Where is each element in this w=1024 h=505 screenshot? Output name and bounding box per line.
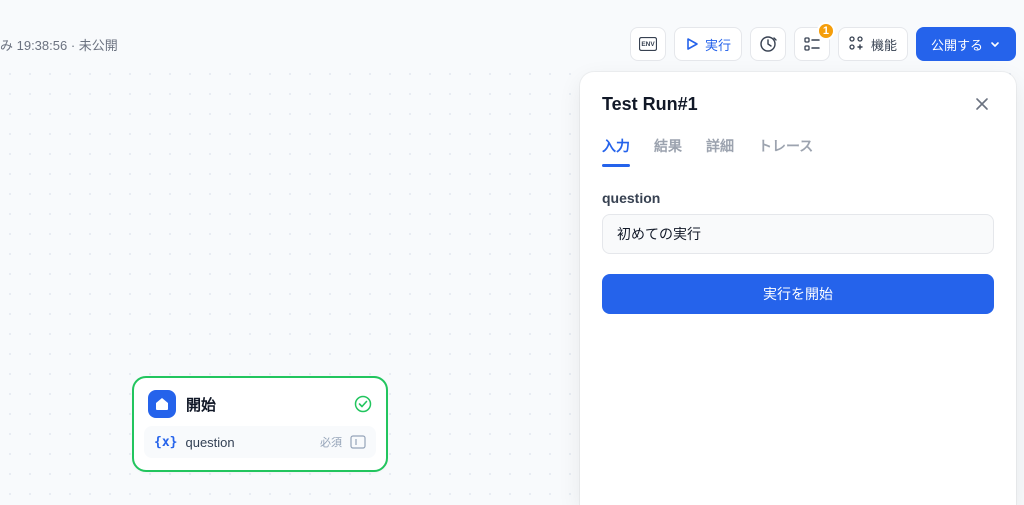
svg-text:ENV: ENV (641, 41, 655, 48)
tab-detail[interactable]: 詳細 (706, 136, 734, 166)
node-header: 開始 (134, 378, 386, 426)
start-run-button[interactable]: 実行を開始 (602, 274, 994, 314)
notification-badge: 1 (817, 22, 835, 40)
features-label: 機能 (871, 35, 897, 54)
status-text: み 19:38:56 · 未公開 (0, 35, 118, 54)
close-icon (974, 96, 990, 112)
clock-icon (759, 35, 777, 53)
tab-input[interactable]: 入力 (602, 136, 630, 166)
input-label: question (602, 190, 994, 206)
tab-result[interactable]: 結果 (654, 136, 682, 166)
start-node[interactable]: 開始 {x} question 必須 (132, 376, 388, 472)
text-input-icon (350, 435, 366, 449)
field-required-label: 必須 (320, 434, 342, 450)
run-label: 実行 (705, 35, 731, 54)
play-icon (685, 37, 699, 51)
check-circle-icon (354, 395, 372, 413)
env-icon: ENV (639, 37, 657, 51)
field-row[interactable]: {x} question 必須 (144, 426, 376, 458)
publish-button[interactable]: 公開する (916, 27, 1016, 61)
node-body: {x} question 必須 (134, 426, 386, 470)
schedule-button[interactable] (750, 27, 786, 61)
question-input[interactable] (602, 214, 994, 254)
panel-header: Test Run#1 (602, 92, 994, 116)
chevron-down-icon (989, 38, 1001, 50)
field-name: question (185, 435, 312, 450)
test-run-panel: Test Run#1 入力 結果 詳細 トレース question 実行を開始 (580, 72, 1016, 505)
grid-plus-icon (849, 36, 865, 52)
publish-label: 公開する (931, 35, 983, 54)
tab-trace[interactable]: トレース (758, 136, 813, 166)
panel-tabs: 入力 結果 詳細 トレース (602, 136, 994, 166)
variable-icon: {x} (154, 435, 177, 450)
panel-title: Test Run#1 (602, 94, 698, 115)
features-button[interactable]: 機能 (838, 27, 908, 61)
checklist-icon (803, 35, 821, 53)
topbar-actions: ENV 実行 1 機能 公開する (630, 27, 1016, 61)
home-icon (148, 390, 176, 418)
node-title: 開始 (186, 394, 344, 415)
topbar: み 19:38:56 · 未公開 ENV 実行 1 (0, 24, 1016, 64)
env-button[interactable]: ENV (630, 27, 666, 61)
input-section: question (602, 190, 994, 254)
list-button[interactable]: 1 (794, 27, 830, 61)
run-button[interactable]: 実行 (674, 27, 742, 61)
close-button[interactable] (970, 92, 994, 116)
